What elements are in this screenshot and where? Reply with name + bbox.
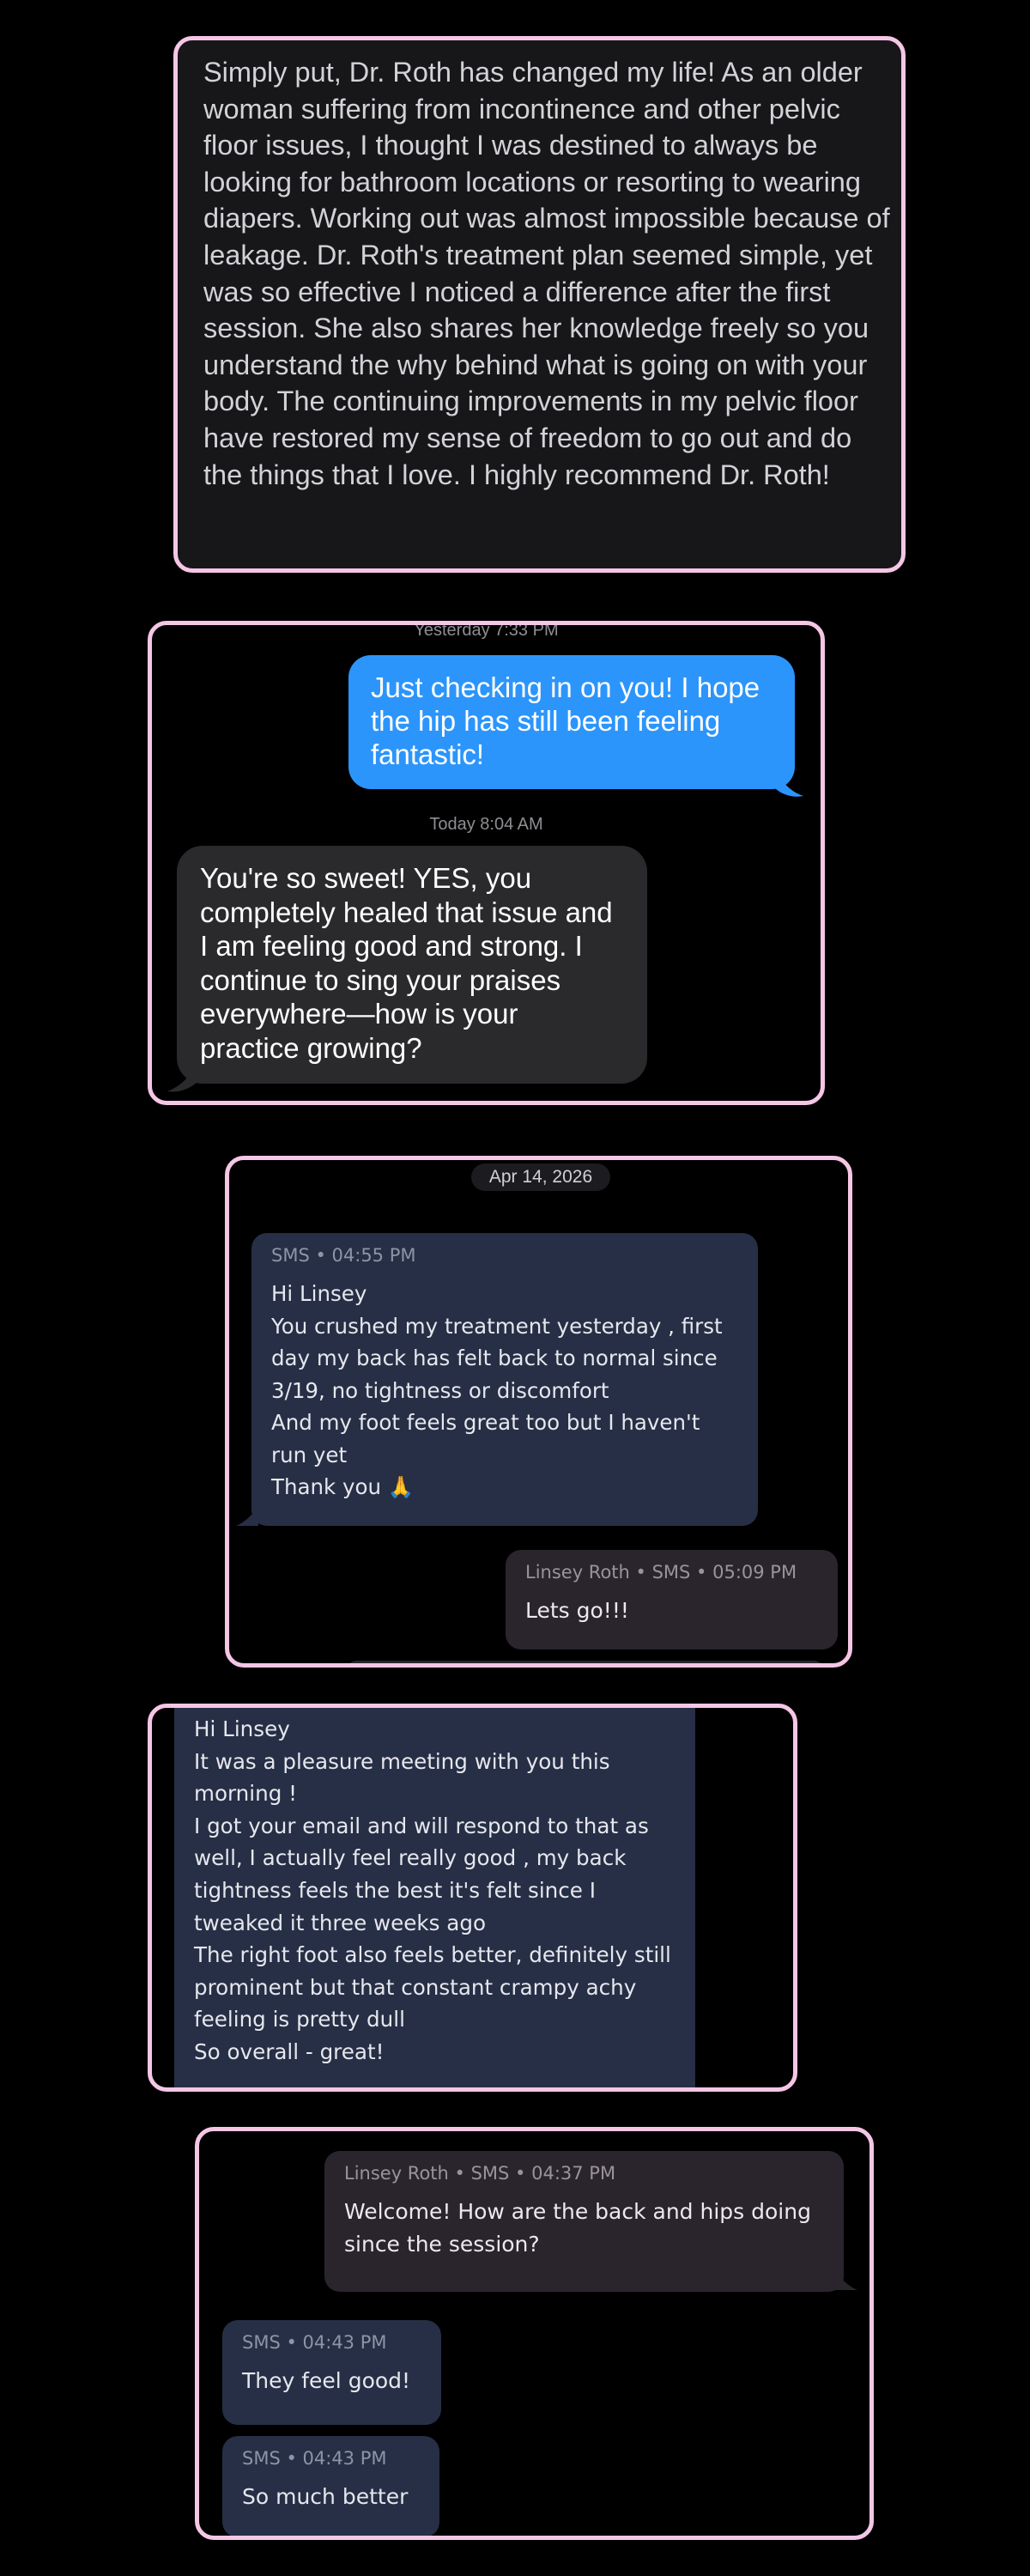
received-bubble-tail: [167, 1059, 197, 1092]
sms-meta: SMS • 04:43 PM: [242, 2332, 387, 2353]
sms-thread-card: Apr 14, 2026 SMS • 04:55 PM Hi Linsey Yo…: [225, 1156, 852, 1668]
sent-message-text: Just checking in on you! I hope the hip …: [371, 671, 760, 770]
sms-body: Hi Linsey It was a pleasure meeting with…: [194, 1713, 676, 2069]
testimonial-card: Simply put, Dr. Roth has changed my life…: [173, 36, 906, 573]
outgoing-bubble-tail: [835, 2271, 857, 2290]
next-message-peek: [345, 1661, 826, 1663]
sms-long-card: Hi Linsey It was a pleasure meeting with…: [148, 1704, 797, 2092]
sms-line: The right foot also feels better, defini…: [194, 1942, 678, 2032]
sms-body: Welcome! How are the back and hips doing…: [344, 2199, 811, 2257]
incoming-sms-bubble[interactable]: Hi Linsey It was a pleasure meeting with…: [174, 1708, 695, 2087]
sms-line: So overall - great!: [194, 2038, 385, 2064]
sms-line: I got your email and will respond to tha…: [194, 1813, 656, 1935]
incoming-sms-bubble[interactable]: SMS • 04:43 PM They feel good!: [222, 2320, 441, 2425]
sms-meta: SMS • 04:55 PM: [271, 1245, 416, 1266]
date-pill: Apr 14, 2026: [471, 1163, 610, 1191]
received-message-bubble[interactable]: You're so sweet! YES, you completely hea…: [177, 846, 647, 1084]
timestamp-yesterday: Yesterday 7:33 PM: [414, 621, 559, 640]
sms-line: And my foot feels great too but I haven'…: [271, 1410, 707, 1467]
sms-short-thread-card: Linsey Roth • SMS • 04:37 PM Welcome! Ho…: [195, 2127, 874, 2540]
received-message-text: You're so sweet! YES, you completely hea…: [200, 862, 613, 1064]
incoming-sms-bubble[interactable]: SMS • 04:55 PM Hi Linsey You crushed my …: [251, 1233, 758, 1526]
imessage-card: Yesterday 7:33 PM Just checking in on yo…: [148, 621, 825, 1105]
timestamp-today: Today 8:04 AM: [429, 815, 543, 834]
sms-line: Hi Linsey: [194, 1716, 290, 1741]
sms-body: They feel good!: [242, 2368, 411, 2393]
incoming-bubble-tail: [236, 1507, 258, 1526]
outgoing-sms-bubble[interactable]: Linsey Roth • SMS • 04:37 PM Welcome! Ho…: [324, 2151, 844, 2292]
sms-meta: Linsey Roth • SMS • 04:37 PM: [344, 2163, 616, 2184]
sms-meta: Linsey Roth • SMS • 05:09 PM: [525, 1562, 797, 1583]
sms-line: Thank you 🙏: [271, 1474, 415, 1499]
sms-meta: SMS • 04:43 PM: [242, 2448, 387, 2469]
sms-body: So much better: [242, 2484, 409, 2509]
sent-message-bubble[interactable]: Just checking in on you! I hope the hip …: [348, 655, 795, 789]
sms-line: Hi Linsey: [271, 1281, 367, 1306]
outgoing-sms-bubble[interactable]: Linsey Roth • SMS • 05:09 PM Lets go!!!: [506, 1550, 838, 1649]
incoming-sms-bubble[interactable]: SMS • 04:43 PM So much better: [222, 2436, 439, 2536]
testimonial-text: Simply put, Dr. Roth has changed my life…: [203, 57, 890, 490]
sms-line: You crushed my treatment yesterday , fir…: [271, 1313, 730, 1403]
sent-bubble-tail: [776, 767, 803, 797]
sms-body: Hi Linsey You crushed my treatment yeste…: [271, 1278, 738, 1504]
sms-body: Lets go!!!: [525, 1598, 629, 1623]
sms-line: It was a pleasure meeting with you this …: [194, 1748, 617, 1807]
